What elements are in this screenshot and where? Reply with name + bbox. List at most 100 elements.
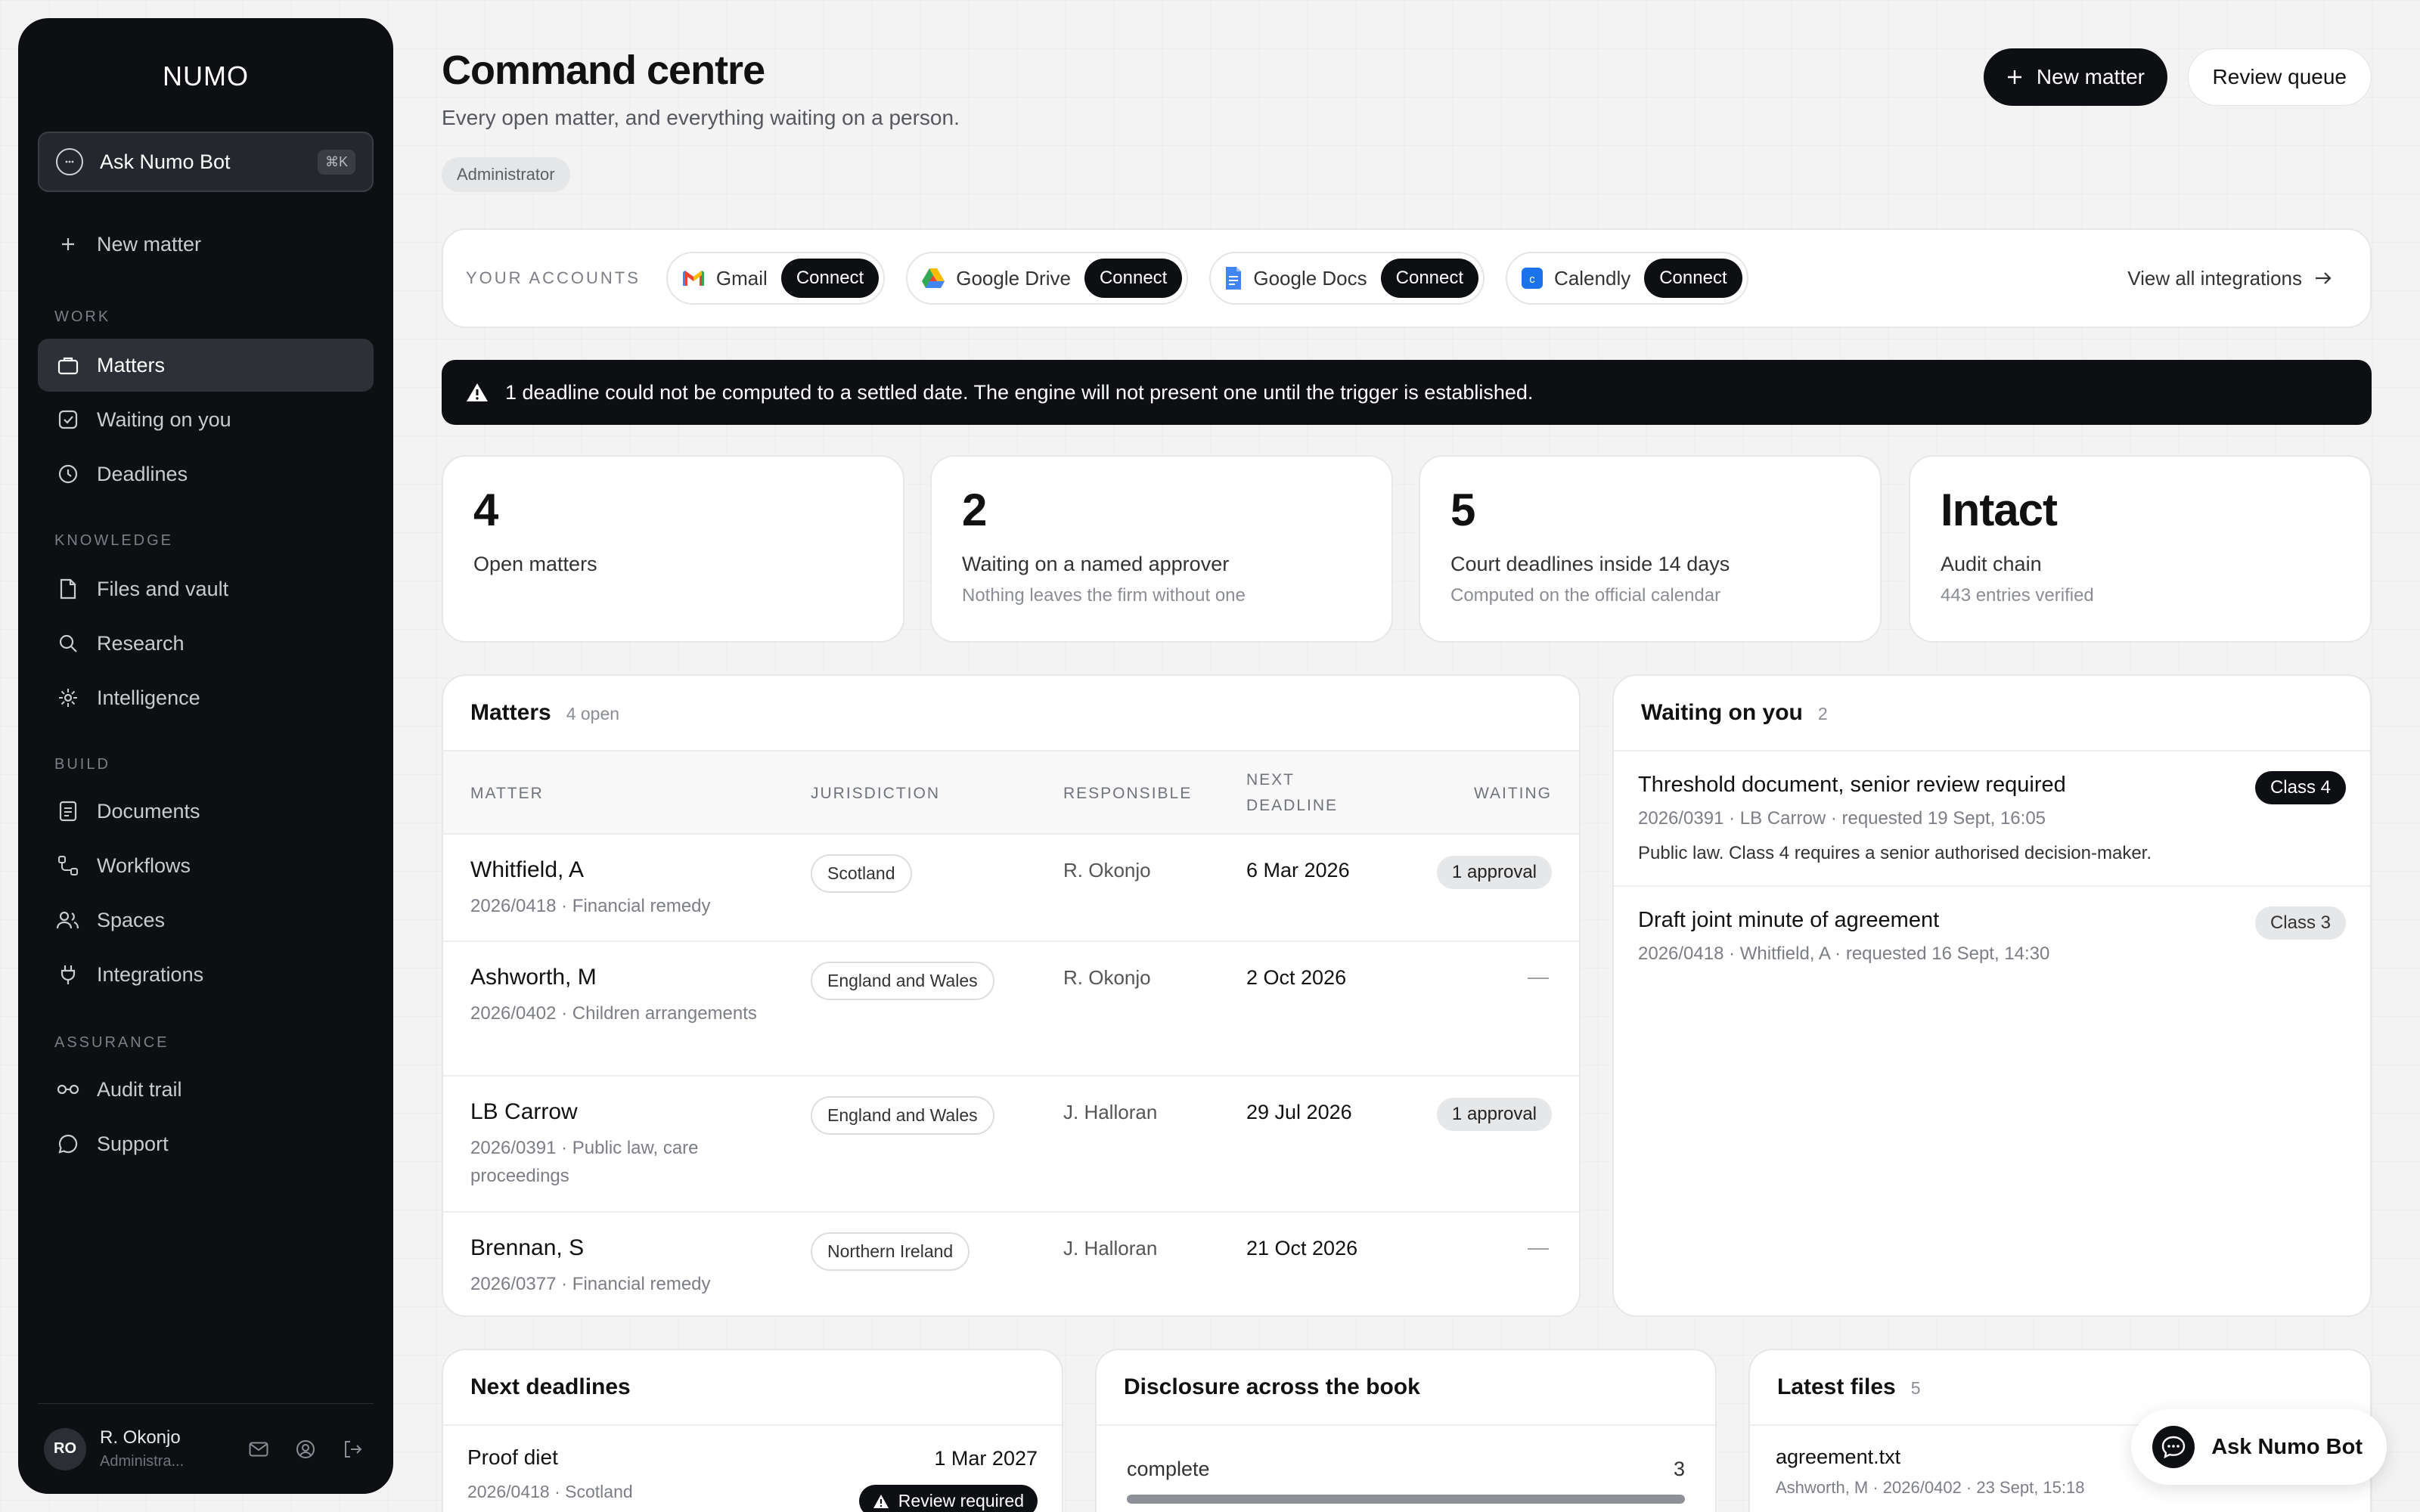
panel-header: Waiting on you 2 <box>1614 676 2370 751</box>
sidebar: NUMO Ask Numo Bot ⌘K New matter WORK Mat… <box>18 18 393 1494</box>
sidebar-item-files[interactable]: Files and vault <box>38 562 374 615</box>
table-row[interactable]: LB Carrow 2026/0391 · Public law, care p… <box>443 1077 1579 1213</box>
deadline-alert: 1 deadline could not be computed to a se… <box>442 360 2372 425</box>
panel-title: Latest files <box>1777 1374 1896 1399</box>
table-row[interactable]: Ashworth, M 2026/0402 · Children arrange… <box>443 942 1579 1077</box>
next-deadline: 6 Mar 2026 <box>1246 859 1350 881</box>
ask-bot-button[interactable]: Ask Numo Bot ⌘K <box>38 132 374 192</box>
sidebar-item-label: Spaces <box>97 908 166 931</box>
next-deadlines-panel: Next deadlines Proof diet 1 Mar 2027 202… <box>442 1349 1063 1512</box>
col-responsible[interactable]: RESPONSIBLE <box>1063 785 1192 803</box>
plug-icon <box>56 962 80 987</box>
sidebar-item-label: Intelligence <box>97 686 200 709</box>
chat-bubble-icon <box>2152 1426 2195 1468</box>
google-drive-icon <box>921 268 945 289</box>
connect-drive-button[interactable]: Connect <box>1084 259 1183 298</box>
progress-bar <box>1127 1495 1685 1504</box>
matter-name: Brennan, S <box>470 1235 585 1260</box>
sidebar-item-documents[interactable]: Documents <box>38 785 374 838</box>
sidebar-item-matters[interactable]: Matters <box>38 339 374 392</box>
section-knowledge: KNOWLEDGE <box>54 532 174 549</box>
sidebar-new-matter[interactable]: New matter <box>38 218 374 271</box>
matter-meta: 2026/0377 · Financial remedy <box>470 1274 711 1294</box>
profile-icon[interactable] <box>290 1434 321 1464</box>
waiting-panel: Waiting on you 2 Threshold document, sen… <box>1612 674 2372 1317</box>
sidebar-item-intelligence[interactable]: Intelligence <box>38 671 374 724</box>
next-deadline: 29 Jul 2026 <box>1246 1101 1352 1123</box>
stat-card-open-matters[interactable]: 4 Open matters <box>442 455 904 643</box>
arrow-right-icon <box>2314 271 2332 286</box>
stat-card-waiting[interactable]: 2 Waiting on a named approver Nothing le… <box>930 455 1393 643</box>
alert-text: 1 deadline could not be computed to a se… <box>505 380 1534 404</box>
matters-panel: Matters 4 open MATTER JURISDICTION RESPO… <box>442 674 1581 1317</box>
user-bar: RO R. Okonjo Administra... <box>38 1403 374 1494</box>
table-row[interactable]: Brennan, S 2026/0377 · Financial remedy … <box>443 1213 1579 1315</box>
search-icon <box>56 631 80 655</box>
mail-icon[interactable] <box>244 1434 274 1464</box>
new-matter-label: New matter <box>2036 65 2145 88</box>
panel-count: 5 <box>1910 1378 1921 1398</box>
app-logo[interactable]: NUMO <box>18 60 393 92</box>
waiting-meta: 2026/0418 · Whitfield, A · requested 16 … <box>1638 943 2050 964</box>
account-name: Google Docs <box>1253 266 1367 290</box>
sidebar-item-spaces[interactable]: Spaces <box>38 894 374 947</box>
table-row[interactable]: Whitfield, A 2026/0418 · Financial remed… <box>443 835 1579 942</box>
waiting-meta: 2026/0391 · LB Carrow · requested 19 Sep… <box>1638 808 2046 829</box>
stat-label: Audit chain <box>1941 553 2042 575</box>
connect-calendly-button[interactable]: Connect <box>1644 259 1742 298</box>
sidebar-item-label: Audit trail <box>97 1077 182 1101</box>
gmail-icon <box>681 269 706 287</box>
waiting-title: Threshold document, senior review requir… <box>1638 773 2066 797</box>
col-jurisdiction[interactable]: JURISDICTION <box>811 785 940 803</box>
col-matter[interactable]: MATTER <box>470 785 544 803</box>
col-waiting[interactable]: WAITING <box>1474 785 1552 803</box>
next-deadline: 21 Oct 2026 <box>1246 1237 1358 1259</box>
stat-card-audit-chain[interactable]: Intact Audit chain 443 entries verified <box>1909 455 2372 643</box>
jurisdiction-tag: England and Wales <box>811 962 994 1000</box>
stat-card-deadlines[interactable]: 5 Court deadlines inside 14 days Compute… <box>1419 455 1882 643</box>
avatar[interactable]: RO <box>44 1427 86 1470</box>
sidebar-item-research[interactable]: Research <box>38 617 374 670</box>
waiting-empty: — <box>1528 1235 1549 1259</box>
view-all-integrations-link[interactable]: View all integrations <box>2127 267 2332 290</box>
svg-text:c: c <box>1529 273 1535 286</box>
plus-icon <box>2006 69 2023 85</box>
connect-docs-button[interactable]: Connect <box>1380 259 1479 298</box>
account-name: Gmail <box>715 266 768 290</box>
new-matter-button[interactable]: New matter <box>1983 48 2167 106</box>
jurisdiction-tag: England and Wales <box>811 1096 994 1135</box>
sidebar-item-deadlines[interactable]: Deadlines <box>38 448 374 500</box>
sidebar-item-integrations[interactable]: Integrations <box>38 948 374 1001</box>
matter-name: Ashworth, M <box>470 965 597 990</box>
waiting-empty: — <box>1528 965 1549 988</box>
table-header: MATTER JURISDICTION RESPONSIBLE NEXT DEA… <box>443 751 1579 835</box>
list-item[interactable]: Proof diet 1 Mar 2027 2026/0418 · Scotla… <box>443 1426 1062 1512</box>
sidebar-item-waiting[interactable]: Waiting on you <box>38 393 374 446</box>
next-deadline: 2 Oct 2026 <box>1246 966 1347 989</box>
class-badge: Class 3 <box>2254 906 2346 940</box>
logout-icon[interactable] <box>337 1434 368 1464</box>
list-item[interactable]: Draft joint minute of agreement 2026/041… <box>1614 887 2370 986</box>
list-item[interactable]: Threshold document, senior review requir… <box>1614 751 2370 887</box>
stat-value: 2 <box>962 485 987 535</box>
review-required-badge[interactable]: Review required <box>858 1485 1038 1512</box>
panel-count: 2 <box>1817 704 1828 723</box>
panel-header: Next deadlines <box>443 1350 1062 1426</box>
sidebar-item-workflows[interactable]: Workflows <box>38 839 374 892</box>
matter-meta: 2026/0418 · Financial remedy <box>470 896 711 916</box>
sidebar-item-support[interactable]: Support <box>38 1117 374 1170</box>
ask-bot-label: Ask Numo Bot <box>100 150 231 173</box>
responsible: J. Halloran <box>1063 1237 1158 1259</box>
stat-value: Intact <box>1941 485 2058 535</box>
ask-bot-fab[interactable]: Ask Numo Bot <box>2131 1409 2387 1485</box>
review-queue-button[interactable]: Review queue <box>2187 48 2372 106</box>
stat-sub: 443 entries verified <box>1941 585 2094 606</box>
waiting-title: Draft joint minute of agreement <box>1638 908 1940 932</box>
connect-gmail-button[interactable]: Connect <box>780 259 880 298</box>
sidebar-item-audit[interactable]: Audit trail <box>38 1063 374 1116</box>
stat-value: 4 <box>473 485 498 535</box>
col-next-deadline-line2[interactable]: DEADLINE <box>1246 797 1338 815</box>
col-next-deadline-line1[interactable]: NEXT <box>1246 771 1295 789</box>
page-subtitle: Every open matter, and everything waitin… <box>442 106 960 129</box>
warning-icon <box>466 382 489 403</box>
